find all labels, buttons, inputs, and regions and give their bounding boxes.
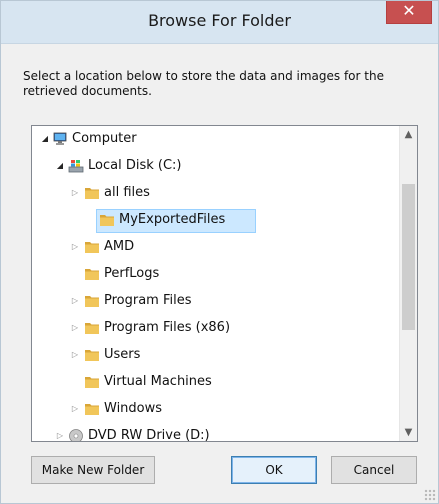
tree-item-windows[interactable]: ▷ Windows [32, 397, 400, 421]
tree-item-label: AMD [104, 239, 135, 254]
browse-for-folder-dialog: Browse For Folder ✕ Select a location be… [0, 0, 439, 504]
close-button[interactable]: ✕ [386, 1, 432, 24]
collapsed-arrow-icon[interactable]: ▷ [70, 397, 80, 421]
tree-item-program-files[interactable]: ▷ Program Files [32, 289, 400, 313]
folder-tree[interactable]: ◢ Computer ◢ Local Disk (C:) ▷ all files… [31, 125, 418, 442]
tree-item-dvd-drive[interactable]: ▷ DVD RW Drive (D:) [32, 424, 400, 442]
resize-grip-icon[interactable] [424, 489, 436, 501]
tree-item-program-files-x86[interactable]: ▷ Program Files (x86) [32, 316, 400, 340]
tree-item-virtual-machines[interactable]: Virtual Machines [32, 370, 400, 394]
collapsed-arrow-icon[interactable]: ▷ [70, 316, 80, 340]
scroll-down-icon[interactable]: ▼ [400, 424, 417, 441]
close-icon: ✕ [402, 1, 416, 20]
tree-item-label: Local Disk (C:) [88, 158, 182, 173]
collapsed-arrow-icon[interactable]: ▷ [70, 181, 80, 205]
folder-icon [85, 242, 99, 253]
tree-item-label: MyExportedFiles [119, 212, 226, 227]
tree-item-label: PerfLogs [104, 266, 160, 281]
expanded-arrow-icon[interactable]: ◢ [55, 154, 65, 178]
tree-item-local-disk[interactable]: ◢ Local Disk (C:) [32, 154, 400, 178]
tree-item-label: Users [104, 347, 141, 362]
folder-icon [85, 350, 99, 361]
cancel-button[interactable]: Cancel [331, 456, 417, 484]
ok-button[interactable]: OK [231, 456, 317, 484]
folder-icon [85, 188, 99, 199]
drive-icon [68, 160, 84, 173]
folder-icon [85, 377, 99, 388]
dialog-description: Select a location below to store the dat… [23, 69, 384, 98]
make-new-folder-button[interactable]: Make New Folder [31, 456, 155, 484]
tree-item-label: all files [104, 185, 150, 200]
tree-item-users[interactable]: ▷ Users [32, 343, 400, 367]
collapsed-arrow-icon[interactable]: ▷ [70, 235, 80, 259]
tree-item-myexportedfiles[interactable]: MyExportedFiles [32, 208, 400, 233]
collapsed-arrow-icon[interactable]: ▷ [70, 343, 80, 367]
folder-icon [100, 215, 114, 226]
tree-item-all-files[interactable]: ▷ all files [32, 181, 400, 205]
folder-icon [85, 323, 99, 334]
scrollbar-thumb[interactable] [402, 184, 415, 330]
scroll-up-icon[interactable]: ▲ [400, 126, 417, 143]
tree-item-perflogs[interactable]: PerfLogs [32, 262, 400, 286]
tree-item-label: DVD RW Drive (D:) [88, 428, 210, 442]
dvd-drive-icon [69, 429, 83, 441]
tree-item-label: Program Files [104, 293, 192, 308]
computer-icon [53, 132, 67, 145]
tree-item-amd[interactable]: ▷ AMD [32, 235, 400, 259]
folder-icon [85, 296, 99, 307]
folder-icon [85, 404, 99, 415]
tree-item-label: Windows [104, 401, 163, 416]
title-bar[interactable]: Browse For Folder ✕ [1, 1, 438, 44]
tree-item-label: Computer [72, 131, 137, 146]
collapsed-arrow-icon[interactable]: ▷ [70, 289, 80, 313]
dialog-title: Browse For Folder [148, 11, 291, 30]
tree-item-label: Virtual Machines [104, 374, 212, 389]
tree-scrollbar[interactable]: ▲ ▼ [399, 126, 417, 441]
expanded-arrow-icon[interactable]: ◢ [40, 127, 50, 151]
folder-icon [85, 269, 99, 280]
tree-item-label: Program Files (x86) [104, 320, 231, 335]
collapsed-arrow-icon[interactable]: ▷ [55, 424, 65, 441]
tree-item-computer[interactable]: ◢ Computer [32, 127, 400, 151]
